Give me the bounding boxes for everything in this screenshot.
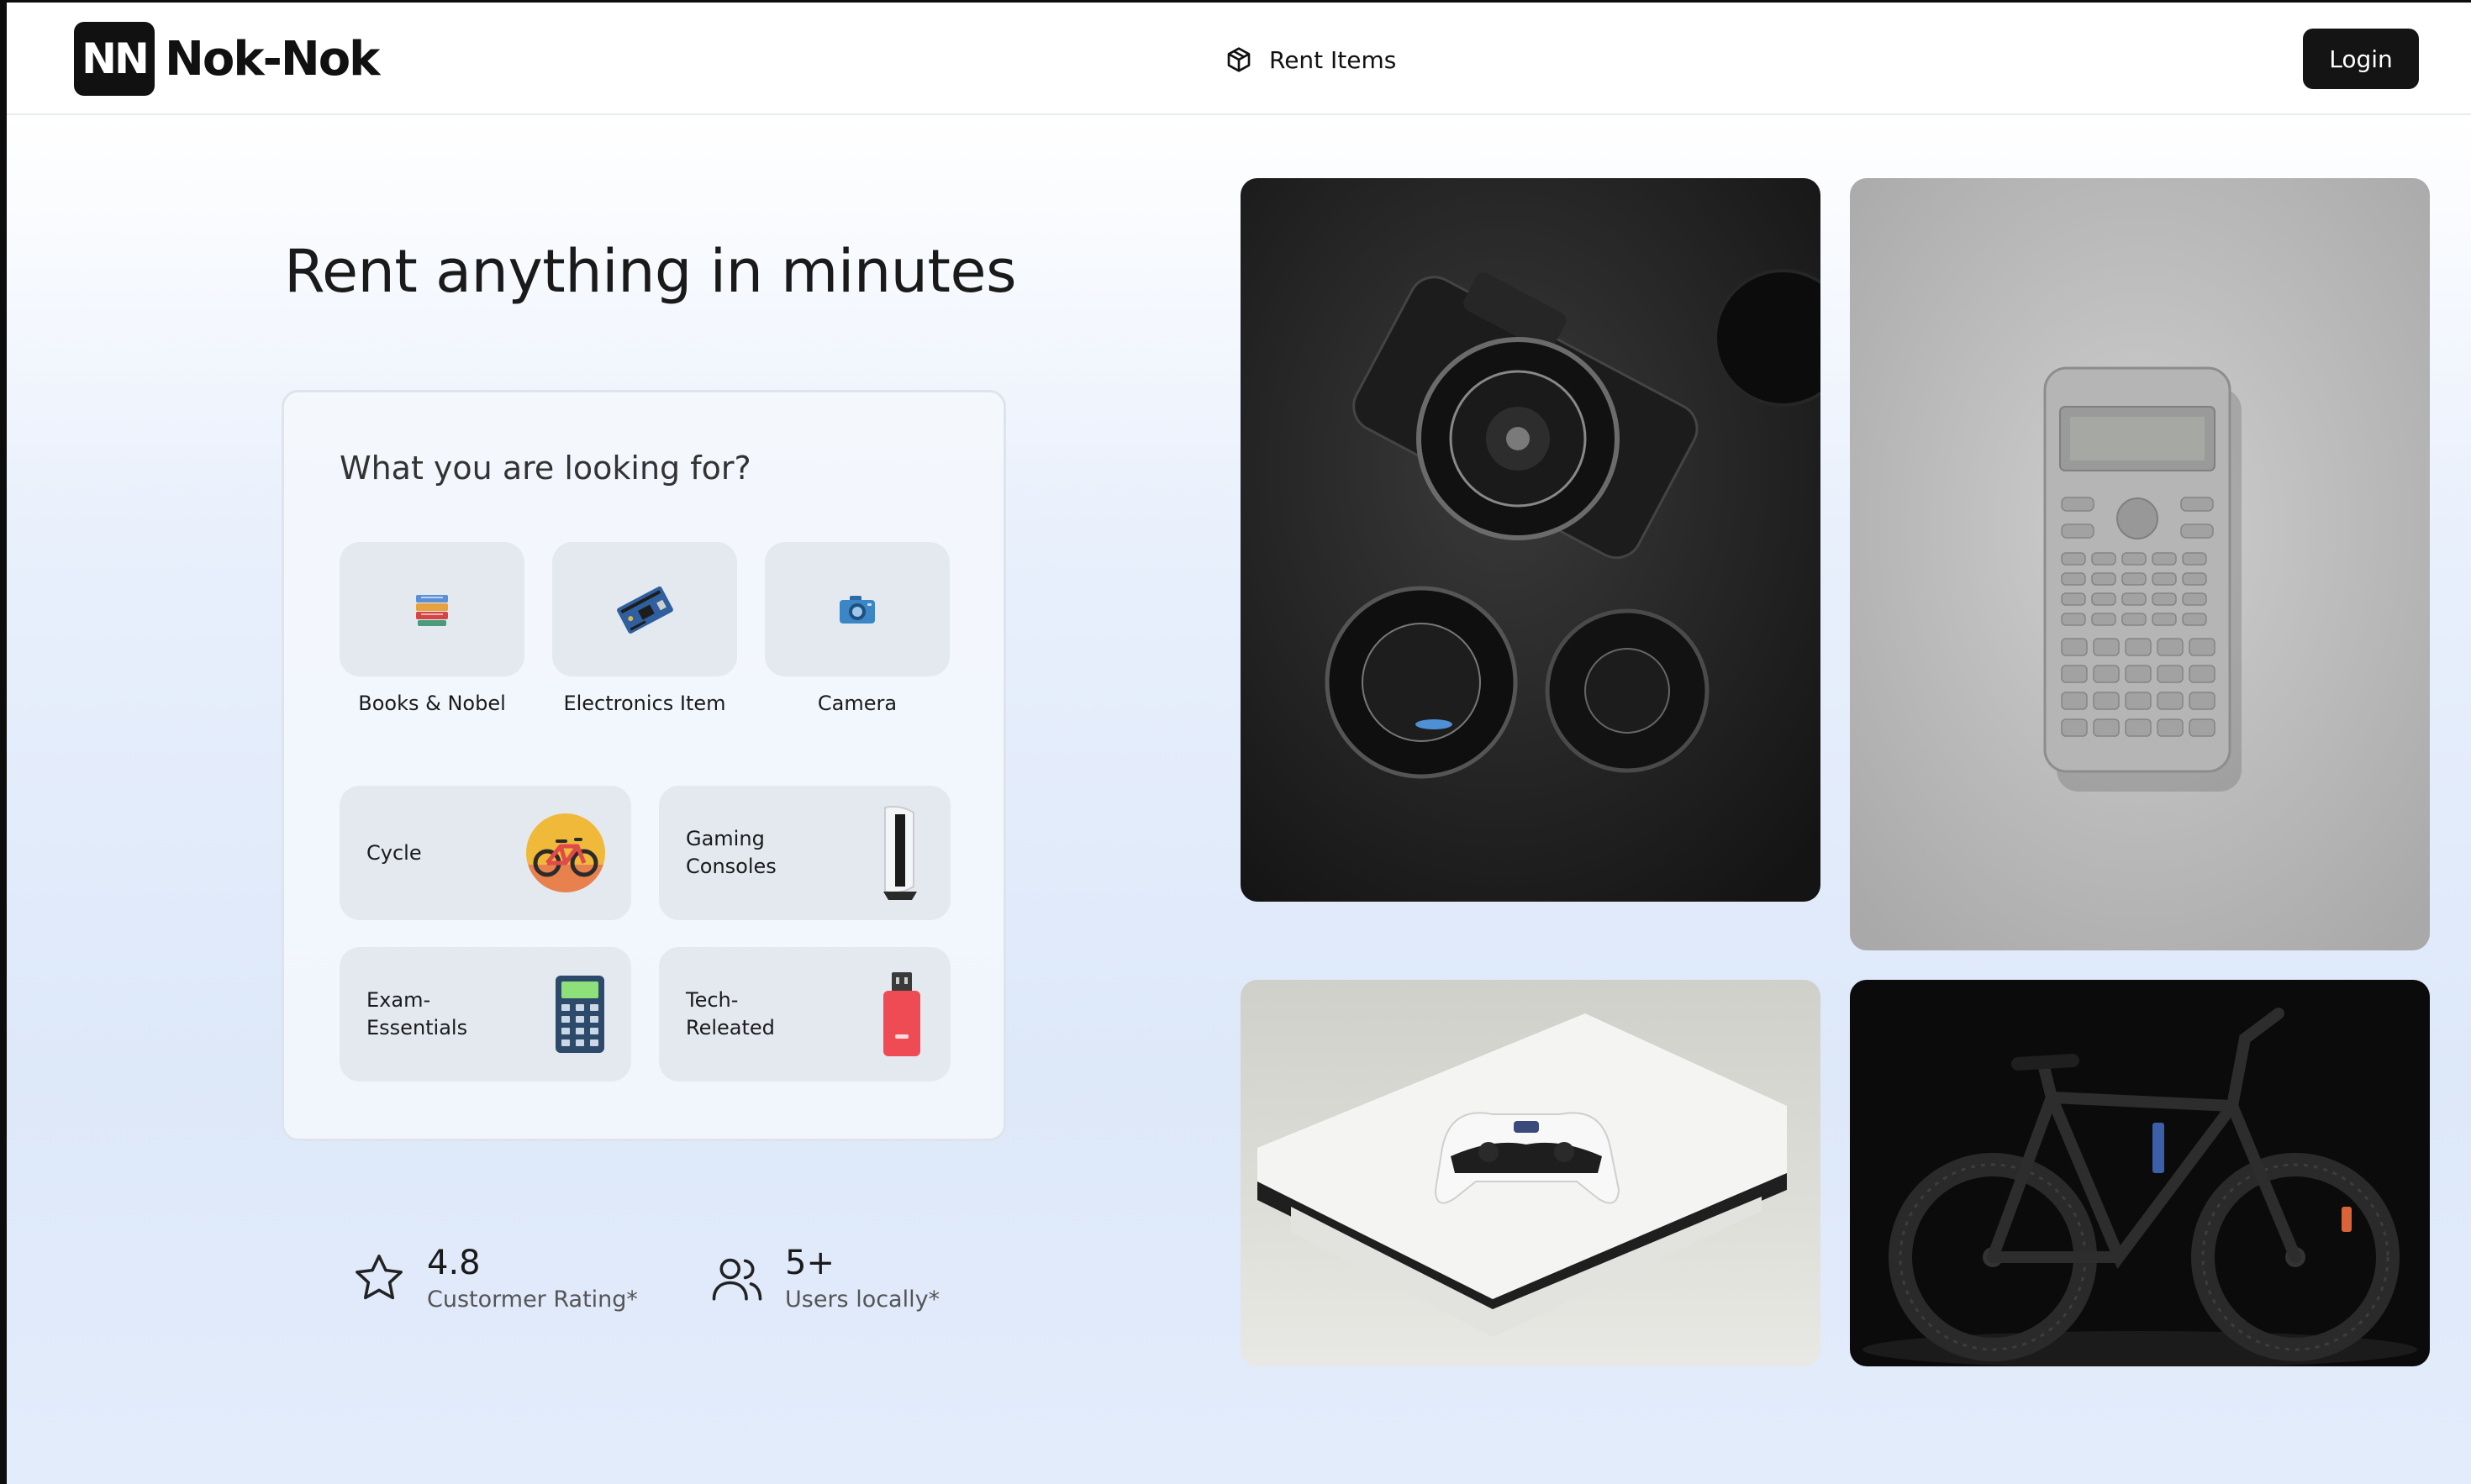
game-console-photo bbox=[1241, 980, 1820, 1366]
stat-label: Custormer Rating* bbox=[427, 1287, 638, 1313]
nav-rent-items-label: Rent Items bbox=[1269, 45, 1397, 74]
hero-section: Rent anything in minutes What you are lo… bbox=[7, 115, 2471, 1484]
window-left-border bbox=[0, 0, 7, 1484]
camera-icon bbox=[840, 596, 875, 624]
login-button[interactable]: Login bbox=[2303, 29, 2419, 89]
box-icon bbox=[1227, 47, 1251, 72]
category-tile[interactable] bbox=[765, 542, 950, 676]
nav-rent-items-link[interactable]: Rent Items bbox=[1225, 36, 1396, 83]
category-electronics[interactable]: Electronics Item bbox=[552, 542, 737, 715]
category-books[interactable]: Books & Nobel bbox=[340, 542, 524, 715]
tile-label: Exam-Essentials bbox=[366, 988, 468, 1039]
game-console-icon bbox=[883, 805, 917, 900]
category-tile[interactable] bbox=[552, 542, 737, 676]
stat-value: 5+ bbox=[785, 1244, 835, 1282]
tile-tech-related[interactable]: Tech-Releated bbox=[659, 947, 951, 1081]
category-label: Camera bbox=[817, 692, 898, 715]
bicycle-icon bbox=[526, 813, 605, 892]
camera-photo bbox=[1241, 178, 1820, 902]
circuit-board-icon bbox=[617, 586, 673, 634]
category-search-card: What you are looking for? Books & Nobel bbox=[282, 390, 1006, 1141]
brand-logo[interactable]: NN Nok-Nok bbox=[74, 21, 380, 97]
logo-mark: NN bbox=[74, 22, 155, 96]
category-label: Electronics Item bbox=[563, 692, 726, 715]
category-label: Books & Nobel bbox=[358, 692, 506, 715]
calculator-photo bbox=[1850, 178, 2430, 950]
hero-title: Rent anything in minutes bbox=[284, 237, 1017, 306]
stat-label: Users locally* bbox=[785, 1287, 940, 1313]
tile-label: Gaming Consoles bbox=[686, 827, 777, 878]
card-title: What you are looking for? bbox=[340, 450, 751, 487]
tile-cycle[interactable]: Cycle bbox=[340, 786, 631, 920]
top-navbar: NN Nok-Nok Rent Items Login bbox=[7, 3, 2471, 115]
books-icon bbox=[416, 595, 448, 626]
calculator-icon bbox=[556, 976, 604, 1053]
tile-gaming-consoles[interactable]: Gaming Consoles bbox=[659, 786, 951, 920]
bicycle-photo bbox=[1850, 980, 2430, 1366]
category-camera[interactable]: Camera bbox=[765, 542, 950, 715]
stat-rating: 4.8 Custormer Rating* bbox=[351, 1243, 638, 1313]
usb-drive-icon bbox=[883, 972, 920, 1056]
stat-value: 4.8 bbox=[427, 1244, 481, 1282]
users-icon bbox=[712, 1258, 762, 1301]
tile-label: Tech-Releated bbox=[686, 988, 775, 1039]
logo-text: Nok-Nok bbox=[165, 31, 380, 87]
star-icon bbox=[356, 1254, 403, 1299]
category-tile[interactable] bbox=[340, 542, 524, 676]
stat-users: 5+ Users locally* bbox=[709, 1243, 940, 1313]
tile-label: Cycle bbox=[366, 840, 422, 865]
tile-exam-essentials[interactable]: Exam-Essentials bbox=[340, 947, 631, 1081]
